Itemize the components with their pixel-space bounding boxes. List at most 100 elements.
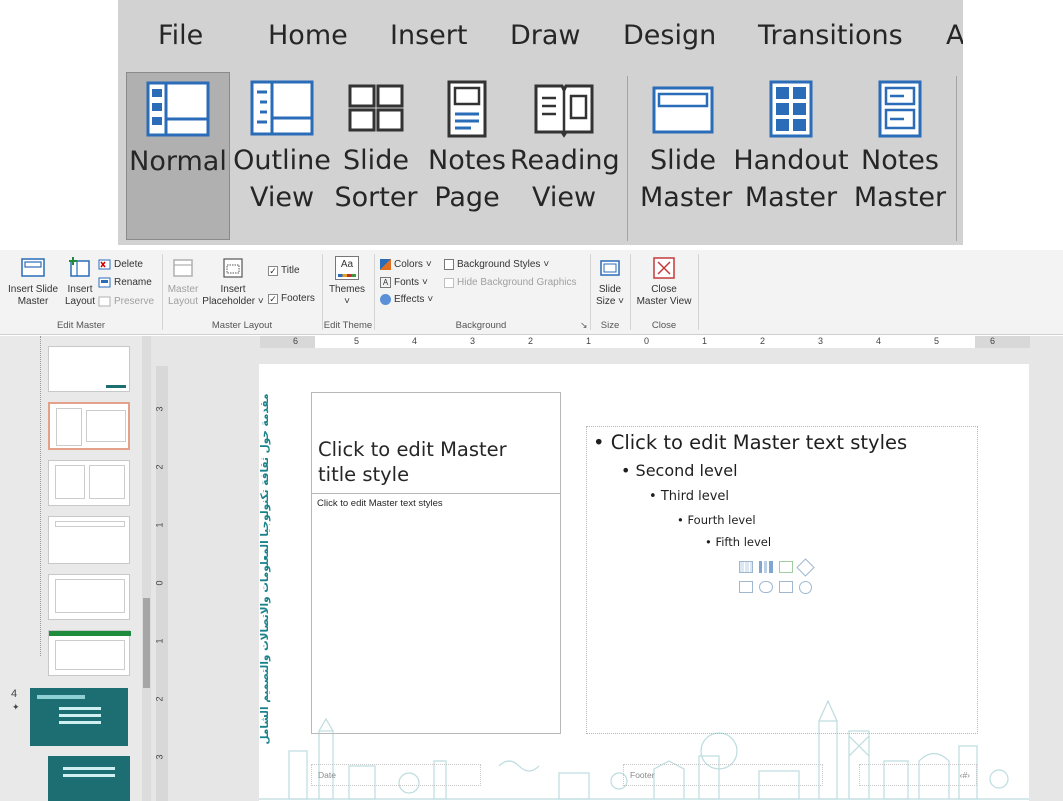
slide-sorter-label-2: Sorter — [334, 182, 418, 213]
level-5-text: Fifth level — [715, 535, 772, 549]
handout-master-button[interactable]: Handout Master — [732, 72, 850, 216]
group-label-master-layout: Master Layout — [211, 320, 273, 331]
thumbnail-box — [55, 465, 85, 499]
insert-3d-model-icon[interactable] — [796, 558, 815, 577]
insert-icons-icon[interactable] — [799, 581, 812, 594]
outline-view-button[interactable]: Outline View — [230, 72, 334, 216]
ruler-label: 0 — [644, 336, 650, 346]
tab-animations[interactable]: A — [946, 20, 963, 51]
layout-thumbnail[interactable] — [48, 346, 130, 392]
insert-video-icon[interactable] — [779, 581, 793, 593]
colors-button[interactable]: Colors ˅ — [380, 259, 432, 270]
insert-table-icon[interactable] — [739, 561, 753, 573]
insert-slide-master-label-2: Master — [17, 296, 49, 307]
themes-button[interactable]: Aa Themes ˅ — [326, 256, 368, 308]
normal-label: Normal — [129, 146, 227, 177]
delete-button[interactable]: Delete — [98, 259, 143, 270]
footer-placeholder[interactable]: Footer — [623, 764, 823, 786]
colors-icon — [380, 259, 391, 270]
slide-master-label-1: Slide — [650, 145, 716, 176]
insert-smartart-icon[interactable] — [779, 561, 793, 573]
preserve-icon — [98, 296, 111, 307]
layout-thumbnail[interactable] — [48, 630, 131, 676]
insert-placeholder-label-1: Insert — [220, 284, 246, 295]
insert-picture-icon[interactable] — [739, 581, 753, 593]
ruler-label: 1 — [586, 336, 592, 346]
background-styles-button[interactable]: Background Styles ˅ — [444, 259, 549, 270]
tab-home[interactable]: Home — [268, 20, 348, 51]
thumbnail-scrollbar-thumb[interactable] — [143, 598, 150, 688]
layout-thumbnail-selected[interactable] — [48, 402, 130, 450]
ruler-label: 1 — [702, 336, 708, 346]
background-styles-icon — [444, 259, 454, 270]
ribbon-tabs: File Home Insert Draw Design Transitions… — [118, 0, 963, 68]
vertical-ruler[interactable]: 3 2 1 0 1 2 3 — [154, 366, 168, 801]
layout-thumbnail-teal[interactable] — [48, 756, 130, 801]
effects-button[interactable]: Effects ˅ — [380, 294, 433, 305]
thumbnail-scrollbar[interactable] — [142, 336, 151, 801]
handout-master-label-2: Master — [744, 182, 838, 213]
left-body-text: Click to edit Master text styles — [317, 498, 443, 509]
ruler-label: 1 — [154, 638, 165, 644]
colors-dropdown-icon: ˅ — [425, 259, 432, 270]
background-dialog-launcher-icon[interactable]: ↘ — [580, 320, 588, 331]
fonts-dropdown-icon: ˅ — [422, 277, 428, 288]
slide-size-button[interactable]: Slide Size ˅ — [592, 256, 628, 308]
date-placeholder[interactable]: Date — [311, 764, 481, 786]
master-layout-button[interactable]: Master Layout — [164, 256, 202, 308]
zoom-group-separator-2 — [956, 76, 957, 241]
insert-online-picture-icon[interactable] — [759, 581, 773, 593]
ruler-label: 0 — [154, 580, 165, 586]
layout-thumbnail[interactable] — [48, 516, 130, 564]
hide-background-graphics-check-icon — [444, 277, 454, 288]
tab-design[interactable]: Design — [623, 20, 716, 51]
slide-thumbnail-pane[interactable]: 4 ✦ — [0, 336, 148, 801]
horizontal-ruler[interactable]: 6 5 4 3 2 1 0 1 2 3 4 5 6 — [260, 336, 1030, 348]
tab-file[interactable]: File — [158, 20, 203, 51]
insert-layout-button[interactable]: Insert Layout — [62, 256, 98, 308]
slide-sorter-icon — [348, 84, 404, 132]
tab-insert[interactable]: Insert — [390, 20, 467, 51]
tab-draw[interactable]: Draw — [510, 20, 581, 51]
thumbnail-title-box — [56, 408, 82, 446]
notes-page-button[interactable]: Notes Page — [422, 72, 512, 216]
insert-slide-master-button[interactable]: Insert Slide Master — [2, 256, 64, 308]
arabic-side-heading: مقدمة حول ثقافة تكنولوجيا المعلومات والا… — [259, 394, 273, 745]
rename-button[interactable]: Rename — [98, 277, 152, 288]
notes-master-button[interactable]: Notes Master — [852, 72, 948, 216]
left-text-placeholder[interactable]: Click to edit Master text styles — [311, 493, 561, 734]
layout-thumbnail[interactable] — [48, 574, 130, 620]
insert-placeholder-button[interactable]: Insert Placeholder ˅ — [200, 256, 266, 308]
slide-master-thumbnail[interactable] — [30, 688, 128, 746]
zoom-group-separator — [627, 76, 628, 241]
colors-label: Colors — [394, 259, 423, 270]
slide-canvas[interactable]: مقدمة حول ثقافة تكنولوجيا المعلومات والا… — [259, 364, 1029, 801]
close-master-view-button[interactable]: Close Master View — [632, 256, 696, 308]
date-text: Date — [318, 770, 336, 780]
preserve-button[interactable]: Preserve — [98, 296, 154, 307]
ruler-label: 3 — [154, 754, 165, 760]
title-placeholder[interactable]: Click to edit Master title style — [311, 392, 561, 494]
notes-master-label-1: Notes — [861, 145, 939, 176]
hide-background-graphics-checkbox[interactable]: Hide Background Graphics — [444, 277, 577, 288]
slide-master-label-2: Master — [640, 182, 733, 213]
tab-transitions[interactable]: Transitions — [758, 20, 903, 51]
normal-view-button[interactable]: Normal — [126, 72, 230, 240]
group-separator — [630, 254, 631, 330]
slide-master-ribbon: Insert Slide Master Insert Layout Delete… — [0, 250, 1063, 335]
slide-number-placeholder[interactable]: ‹#› — [859, 764, 977, 786]
insert-chart-icon[interactable] — [759, 561, 773, 573]
layout-thumbnail[interactable] — [48, 460, 130, 506]
group-separator — [698, 254, 699, 330]
preserve-label: Preserve — [114, 296, 155, 307]
handout-master-label-1: Handout — [733, 145, 849, 176]
fonts-button[interactable]: A Fonts ˅ — [380, 277, 428, 288]
reading-view-button[interactable]: Reading View — [510, 72, 620, 216]
title-checkbox[interactable]: ✓ Title — [268, 265, 300, 276]
slide-master-button[interactable]: Slide Master — [640, 72, 733, 216]
content-placeholder[interactable]: • Click to edit Master text styles • Sec… — [586, 426, 978, 734]
ruler-label: 1 — [154, 522, 165, 528]
footers-checkbox[interactable]: ✓ Footers — [268, 293, 315, 304]
group-separator — [374, 254, 375, 330]
slide-sorter-button[interactable]: Slide Sorter — [330, 72, 422, 216]
